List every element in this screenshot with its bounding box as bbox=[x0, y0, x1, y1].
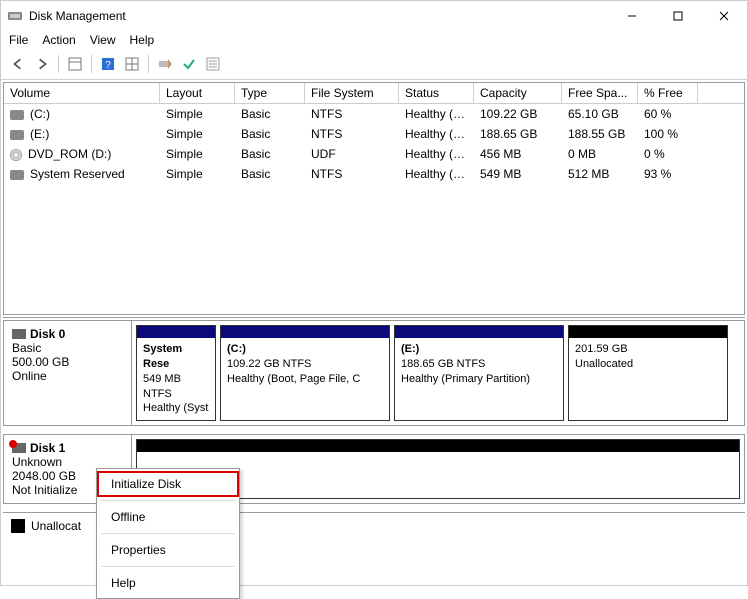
volume-icon bbox=[10, 110, 24, 120]
menu-separator bbox=[101, 533, 235, 534]
window-title: Disk Management bbox=[29, 9, 609, 23]
partition[interactable]: (C:)109.22 GB NTFSHealthy (Boot, Page Fi… bbox=[220, 325, 390, 421]
disk-error-icon bbox=[12, 443, 26, 453]
menu-help[interactable]: Help bbox=[130, 33, 155, 47]
disk0-type: Basic bbox=[12, 341, 123, 355]
partition[interactable]: System Rese549 MB NTFSHealthy (Syst bbox=[136, 325, 216, 421]
col-status[interactable]: Status bbox=[399, 83, 474, 103]
disk0-row[interactable]: Disk 0 Basic 500.00 GB Online System Res… bbox=[3, 320, 745, 426]
col-capacity[interactable]: Capacity bbox=[474, 83, 562, 103]
disk1-name: Disk 1 bbox=[30, 441, 65, 455]
table-row[interactable]: DVD_ROM (D:)SimpleBasicUDFHealthy (P...4… bbox=[4, 144, 744, 164]
action-button[interactable] bbox=[154, 53, 176, 75]
toolbar: ? bbox=[1, 51, 747, 80]
grid-button[interactable] bbox=[121, 53, 143, 75]
table-row[interactable]: (C:)SimpleBasicNTFSHealthy (B...109.22 G… bbox=[4, 104, 744, 124]
legend-label-unallocated: Unallocat bbox=[31, 519, 81, 533]
menu-view[interactable]: View bbox=[90, 33, 116, 47]
menu-file[interactable]: File bbox=[9, 33, 28, 47]
app-icon bbox=[7, 8, 23, 24]
col-fs[interactable]: File System bbox=[305, 83, 399, 103]
volume-icon bbox=[10, 149, 22, 161]
partition[interactable]: (E:)188.65 GB NTFSHealthy (Primary Parti… bbox=[394, 325, 564, 421]
volume-list: Volume Layout Type File System Status Ca… bbox=[3, 82, 745, 315]
legend-swatch-unallocated bbox=[11, 519, 25, 533]
col-layout[interactable]: Layout bbox=[160, 83, 235, 103]
list-button[interactable] bbox=[202, 53, 224, 75]
disk0-name: Disk 0 bbox=[30, 327, 65, 341]
context-menu: Initialize Disk Offline Properties Help bbox=[96, 468, 240, 599]
minimize-button[interactable] bbox=[609, 1, 655, 31]
partition[interactable]: 201.59 GBUnallocated bbox=[568, 325, 728, 421]
menu-action[interactable]: Action bbox=[42, 33, 75, 47]
forward-button[interactable] bbox=[31, 53, 53, 75]
disk0-size: 500.00 GB bbox=[12, 355, 123, 369]
menu-offline[interactable]: Offline bbox=[97, 504, 239, 530]
maximize-button[interactable] bbox=[655, 1, 701, 31]
svg-text:?: ? bbox=[105, 60, 111, 71]
volume-icon bbox=[10, 170, 24, 180]
col-free[interactable]: Free Spa... bbox=[562, 83, 638, 103]
titlebar: Disk Management bbox=[1, 1, 747, 31]
disk0-state: Online bbox=[12, 369, 123, 383]
table-row[interactable]: (E:)SimpleBasicNTFSHealthy (P...188.65 G… bbox=[4, 124, 744, 144]
disk-icon bbox=[12, 329, 26, 339]
menu-help[interactable]: Help bbox=[97, 570, 239, 596]
menu-separator bbox=[101, 500, 235, 501]
view-button[interactable] bbox=[64, 53, 86, 75]
menu-properties[interactable]: Properties bbox=[97, 537, 239, 563]
col-volume[interactable]: Volume bbox=[4, 83, 160, 103]
close-button[interactable] bbox=[701, 1, 747, 31]
back-button[interactable] bbox=[7, 53, 29, 75]
disk0-info: Disk 0 Basic 500.00 GB Online bbox=[4, 321, 132, 425]
volume-list-body: (C:)SimpleBasicNTFSHealthy (B...109.22 G… bbox=[4, 104, 744, 314]
help-button[interactable]: ? bbox=[97, 53, 119, 75]
menu-separator bbox=[101, 566, 235, 567]
menu-initialize-disk[interactable]: Initialize Disk bbox=[97, 471, 239, 497]
check-button[interactable] bbox=[178, 53, 200, 75]
col-pct[interactable]: % Free bbox=[638, 83, 698, 103]
menubar: File Action View Help bbox=[1, 31, 747, 51]
table-row[interactable]: System ReservedSimpleBasicNTFSHealthy (S… bbox=[4, 164, 744, 184]
col-type[interactable]: Type bbox=[235, 83, 305, 103]
disk0-partitions: System Rese549 MB NTFSHealthy (Syst(C:)1… bbox=[132, 321, 744, 425]
volume-list-header: Volume Layout Type File System Status Ca… bbox=[4, 83, 744, 104]
volume-icon bbox=[10, 130, 24, 140]
